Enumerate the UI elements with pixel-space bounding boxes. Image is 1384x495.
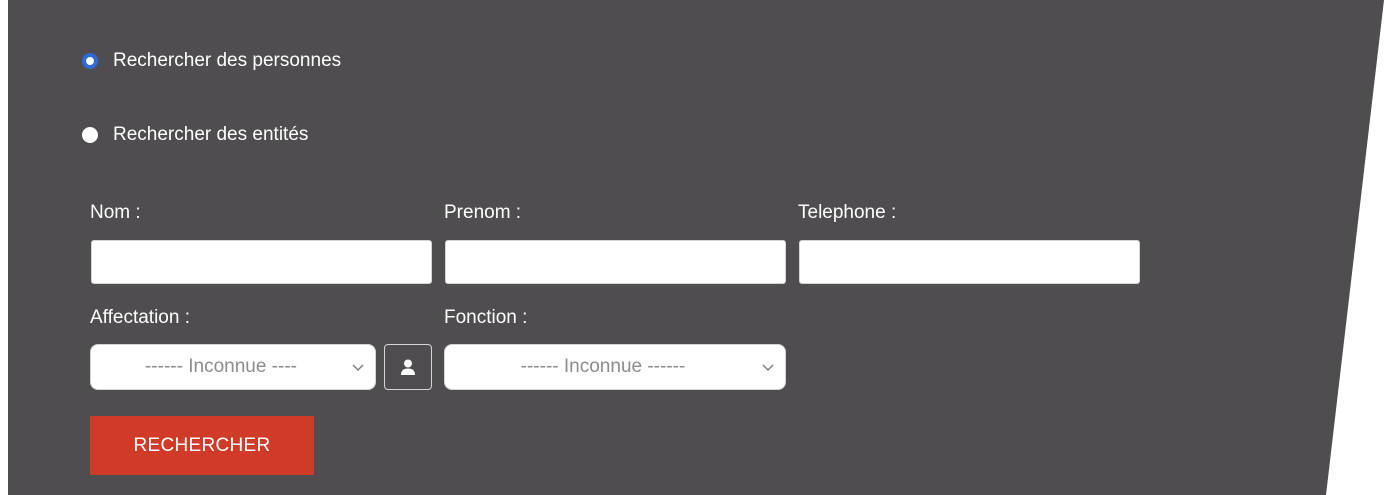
telephone-label: Telephone : [798, 202, 897, 223]
nom-label: Nom : [90, 202, 141, 223]
fonction-select[interactable]: ------ Inconnue ------ [444, 344, 786, 390]
affectation-label: Affectation : [90, 307, 190, 328]
radio-button-persons[interactable] [82, 53, 98, 69]
radio-button-entities[interactable] [82, 127, 98, 143]
chevron-down-icon [352, 364, 364, 371]
radio-search-persons[interactable]: Rechercher des personnes [82, 50, 341, 72]
select-person-button[interactable] [384, 344, 432, 390]
user-icon [401, 359, 415, 375]
fonction-label: Fonction : [444, 307, 528, 328]
radio-label-entities: Rechercher des entités [113, 124, 309, 145]
radio-search-entities[interactable]: Rechercher des entités [82, 124, 308, 146]
affectation-selected-value: ------ Inconnue ---- [144, 356, 297, 377]
affectation-select[interactable]: ------ Inconnue ---- [90, 344, 376, 390]
search-button[interactable]: RECHERCHER [90, 416, 314, 475]
telephone-input[interactable] [799, 240, 1140, 284]
chevron-down-icon [762, 364, 774, 371]
prenom-input[interactable] [445, 240, 786, 284]
radio-label-persons: Rechercher des personnes [113, 50, 342, 71]
prenom-label: Prenom : [444, 202, 522, 223]
nom-input[interactable] [91, 240, 432, 284]
fonction-selected-value: ------ Inconnue ------ [520, 356, 686, 377]
